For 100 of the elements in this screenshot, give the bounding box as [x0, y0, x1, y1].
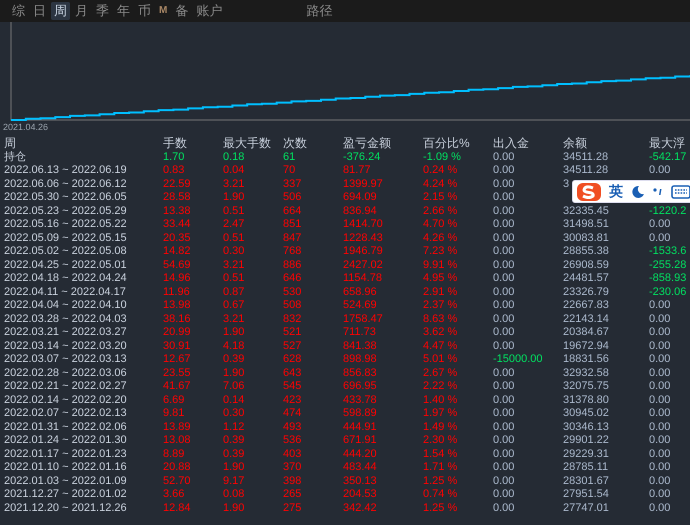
table-cell: 0.00 — [649, 299, 670, 312]
table-cell: 0.00 — [493, 178, 514, 191]
table-cell: 7.06 — [223, 380, 244, 394]
table-cell: 1414.70 — [343, 218, 383, 232]
table-cell: 2427.02 — [343, 258, 383, 272]
period-tab[interactable]: 月 — [72, 2, 91, 20]
table-cell: 0.00 — [493, 150, 514, 164]
table-cell: 0.00 — [649, 232, 670, 245]
table-cell: 18831.56 — [563, 353, 609, 366]
table-cell: 0.00 — [493, 191, 514, 204]
table-cell: 508 — [283, 299, 302, 312]
table-cell: 22143.14 — [563, 312, 609, 326]
table-cell: 4.70 % — [423, 218, 458, 232]
table-cell: 0.00 — [649, 502, 670, 515]
table-cell: 0.39 — [223, 353, 244, 366]
period-tab[interactable]: 日 — [30, 2, 49, 20]
table-cell: 1.90 — [223, 191, 244, 204]
period-tab[interactable]: 币 — [135, 2, 154, 20]
table-cell: 3.21 — [223, 312, 244, 326]
row-label: 2022.05.02 ~ 2022.05.08 — [4, 245, 127, 258]
table-cell: 423 — [283, 394, 302, 407]
table-cell: 0.00 — [649, 366, 670, 380]
table-cell: 5.01 % — [423, 353, 458, 366]
table-cell: 4.47 % — [423, 340, 458, 353]
row-label: 2022.01.24 ~ 2022.01.30 — [4, 434, 127, 448]
table-cell: 433.78 — [343, 394, 377, 407]
table-cell: 11.96 — [163, 286, 190, 299]
table-cell: 0.00 — [649, 420, 670, 434]
table-cell: 4.95 % — [423, 272, 458, 286]
table-cell: 0.83 — [163, 164, 184, 178]
table-cell: 0.00 — [649, 407, 670, 420]
table-cell: 20384.67 — [563, 326, 609, 340]
axis-date-label: 2021.04.26 — [3, 122, 50, 132]
table-cell: 30945.02 — [563, 407, 609, 420]
table-cell: 0.30 — [223, 245, 244, 258]
table-cell: 4.18 — [223, 340, 244, 353]
table-cell: 27747.01 — [563, 502, 609, 515]
table-cell: 1.71 % — [423, 461, 458, 474]
table-cell: 0.00 — [649, 218, 670, 232]
table-cell: 898.98 — [343, 353, 377, 366]
row-label: 2022.04.25 ~ 2022.05.01 — [4, 258, 127, 272]
table-cell: 0.00 — [649, 461, 670, 474]
table-cell: -542.17 — [649, 150, 686, 164]
row-label: 2022.02.28 ~ 2022.03.06 — [4, 366, 127, 380]
table-cell: 33.44 — [163, 218, 191, 232]
table-cell: 398 — [283, 474, 302, 488]
table-cell: 768 — [283, 245, 302, 258]
table-cell: 30346.13 — [563, 420, 609, 434]
table-cell: 1.90 — [223, 366, 244, 380]
table-cell: 38.16 — [163, 312, 191, 326]
table-cell: 521 — [283, 326, 302, 340]
table-cell: -1.09 % — [423, 150, 461, 164]
table-cell: 23326.79 — [563, 286, 609, 299]
column-header: 次数 — [283, 137, 307, 150]
table-cell: 32075.75 — [563, 380, 609, 394]
row-label: 2022.03.07 ~ 2022.03.13 — [4, 353, 127, 366]
period-tab[interactable]: 周 — [51, 2, 70, 20]
table-cell: 22.59 — [163, 178, 191, 191]
row-label: 2022.06.06 ~ 2022.06.12 — [4, 178, 127, 191]
table-cell: 0.00 — [649, 434, 670, 448]
table-cell: 493 — [283, 420, 302, 434]
row-label: 2022.01.10 ~ 2022.01.16 — [4, 461, 127, 474]
period-tab[interactable]: M — [156, 2, 170, 20]
table-cell: 545 — [283, 380, 302, 394]
table-cell: 12.84 — [163, 502, 191, 515]
row-label: 2022.03.28 ~ 2022.04.03 — [4, 312, 127, 326]
table-cell: 28855.38 — [563, 245, 609, 258]
table-cell: 1.70 — [163, 150, 184, 164]
row-label: 2021.12.27 ~ 2022.01.02 — [4, 488, 127, 502]
table-cell: 0.00 — [493, 488, 514, 502]
table-cell: 8.63 % — [423, 312, 458, 326]
table-cell: 524.69 — [343, 299, 377, 312]
row-label: 2022.01.31 ~ 2022.02.06 — [4, 420, 127, 434]
table-cell: 0.04 — [223, 164, 244, 178]
row-label: 2022.05.23 ~ 2022.05.29 — [4, 204, 127, 218]
table-cell: 598.89 — [343, 407, 377, 420]
table-cell: 20.35 — [163, 232, 191, 245]
period-tab[interactable]: 季 — [93, 2, 112, 20]
table-cell: 527 — [283, 340, 302, 353]
table-cell: 0.00 — [493, 312, 514, 326]
row-label: 2022.05.30 ~ 2022.06.05 — [4, 191, 127, 204]
table-cell: 1.49 % — [423, 420, 458, 434]
table-cell: 2.30 % — [423, 434, 458, 448]
period-tab[interactable]: 年 — [114, 2, 133, 20]
table-cell: -858.93 — [649, 272, 686, 286]
row-label: 2021.12.20 ~ 2021.12.26 — [4, 502, 127, 515]
table-cell: 20.99 — [163, 326, 191, 340]
period-tab[interactable]: 路径 — [303, 2, 336, 20]
table-cell: 13.38 — [163, 204, 191, 218]
table-cell: 506 — [283, 191, 302, 204]
period-tab[interactable]: 综 — [9, 2, 28, 20]
table-cell: 0.00 — [493, 474, 514, 488]
row-label: 2022.01.03 ~ 2022.01.09 — [4, 474, 127, 488]
row-label: 2022.04.04 ~ 2022.04.10 — [4, 299, 127, 312]
table-cell: 0.39 — [223, 434, 244, 448]
period-tab[interactable]: 账户 — [193, 2, 226, 20]
table-cell: 0.00 — [493, 326, 514, 340]
table-cell: 0.00 — [493, 434, 514, 448]
period-tab[interactable]: 备 — [172, 2, 192, 20]
table-cell: 1.25 % — [423, 502, 458, 515]
